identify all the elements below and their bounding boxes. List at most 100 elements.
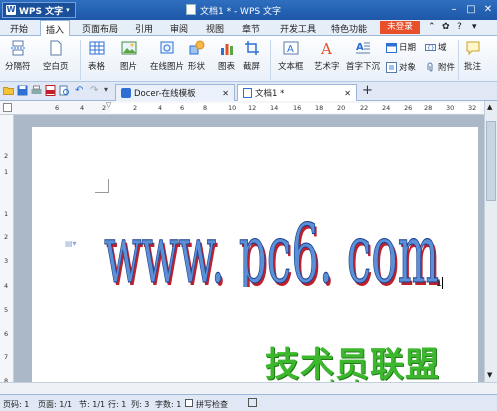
- close-tab-icon[interactable]: ✕: [222, 89, 229, 98]
- comment-button[interactable]: 批注: [464, 40, 481, 72]
- tab-view[interactable]: 视图: [206, 22, 224, 35]
- attachment-button[interactable]: 附件: [425, 61, 455, 73]
- tab-review[interactable]: 审阅: [170, 22, 188, 35]
- status-spell-check[interactable]: 拼写检查: [196, 399, 228, 410]
- tab-docer-templates[interactable]: Docer-在线模板 ✕: [115, 84, 235, 101]
- ruler-tick-label: 12: [248, 104, 257, 112]
- wps-logo-icon: W: [6, 5, 16, 15]
- date-button[interactable]: 日期: [386, 41, 416, 53]
- login-button[interactable]: 未登录: [380, 21, 420, 34]
- blank-page-label: 空白页: [43, 62, 69, 72]
- close-tab-icon[interactable]: ✕: [344, 89, 351, 98]
- table-icon: [89, 41, 104, 55]
- svg-text:A: A: [287, 44, 294, 55]
- svg-text:{}: {}: [427, 45, 435, 52]
- field-button[interactable]: {} 域: [425, 41, 447, 53]
- ruler-tick-label: 3: [4, 257, 9, 265]
- tab-insert[interactable]: 插入: [40, 20, 71, 37]
- field-icon: {}: [425, 43, 436, 52]
- app-name: WPS 文字: [19, 6, 64, 17]
- close-button[interactable]: ✕: [480, 3, 496, 16]
- more-icon[interactable]: ▾: [472, 22, 477, 32]
- object-button[interactable]: 对象: [386, 61, 416, 73]
- ruler-tick-label: 5: [4, 306, 9, 314]
- wordart-icon: A: [320, 40, 332, 56]
- print-preview-icon[interactable]: [59, 85, 70, 96]
- chart-button[interactable]: 图表: [218, 40, 235, 72]
- redo-icon[interactable]: ↷: [90, 85, 98, 96]
- scroll-up-icon[interactable]: ▲: [487, 103, 492, 111]
- wordart-label: 艺术字: [314, 62, 340, 72]
- skin-icon[interactable]: ✿: [442, 22, 450, 32]
- collapse-ribbon-icon[interactable]: ⌃: [428, 22, 436, 32]
- customize-toolbar-icon[interactable]: ▾: [104, 85, 108, 94]
- status-word-count: 字数: 1: [155, 400, 182, 409]
- tab-label: 文档1 *: [255, 89, 285, 99]
- online-picture-button[interactable]: 在线图片: [150, 40, 184, 72]
- minimize-button[interactable]: –: [446, 3, 462, 16]
- open-folder-icon[interactable]: [3, 85, 14, 96]
- paragraph-layout-icon[interactable]: ▤▾: [65, 239, 77, 248]
- picture-button[interactable]: 图片: [120, 40, 137, 72]
- ruler-tick-label: 18: [315, 104, 324, 112]
- maximize-button[interactable]: □: [463, 3, 479, 16]
- app-menu-button[interactable]: W WPS 文字 ▾: [2, 2, 76, 18]
- ruler-tick-label: 32: [468, 104, 477, 112]
- picture-label: 图片: [120, 62, 138, 72]
- tab-chapter[interactable]: 章节: [242, 22, 260, 35]
- status-section: 节: 1/1: [79, 400, 106, 409]
- tab-features[interactable]: 特色功能: [331, 22, 367, 35]
- tab-home[interactable]: 开始: [10, 22, 28, 35]
- status-bar: 页码: 1 页面: 1/1 节: 1/1 行: 1 列: 3 字数: 1 拼写检…: [0, 394, 497, 411]
- ruler-tick-label: 24: [382, 104, 391, 112]
- status-page-number: 页码: 1: [3, 400, 30, 409]
- textbox-button[interactable]: A 文本框: [278, 40, 304, 72]
- page-break-icon: [10, 40, 25, 56]
- ruler-tick-label: 4: [158, 104, 163, 112]
- wordart-button[interactable]: A 艺术字: [314, 40, 340, 72]
- indent-marker-icon[interactable]: ▽: [106, 101, 111, 109]
- comment-label: 批注: [464, 62, 482, 72]
- scroll-down-icon[interactable]: ▼: [487, 371, 492, 379]
- new-tab-icon[interactable]: +: [362, 83, 373, 98]
- tab-developer[interactable]: 开发工具: [280, 22, 316, 35]
- textbox-icon: A: [283, 41, 299, 55]
- chart-label: 图表: [218, 62, 236, 72]
- ruler-tick-label: 14: [270, 104, 279, 112]
- date-label: 日期: [399, 43, 417, 53]
- tab-document-1[interactable]: 文档1 * ✕: [237, 84, 357, 101]
- shape-label: 形状: [188, 62, 206, 72]
- ruler-tick-label: 8: [203, 104, 208, 112]
- tab-references[interactable]: 引用: [135, 22, 153, 35]
- title-bar: W WPS 文字 ▾ 文档1 * - WPS 文字 – □ ✕: [0, 0, 497, 20]
- wordart[interactable]: www. pc6. com www. pc6. com: [100, 207, 450, 287]
- cursor-page-number: 1: [436, 279, 442, 289]
- tab-stop-selector-icon[interactable]: [3, 103, 12, 112]
- screenshot-button[interactable]: 截屏: [243, 40, 260, 72]
- view-mode-icon[interactable]: [248, 398, 257, 407]
- calendar-icon: [386, 42, 397, 53]
- status-line: 行: 1: [108, 400, 127, 409]
- dropcap-button[interactable]: A 首字下沉: [346, 40, 380, 72]
- ruler-tick-label: 30: [446, 104, 455, 112]
- vertical-scrollbar[interactable]: ▲ ▼: [484, 101, 497, 382]
- horizontal-scrollbar[interactable]: [0, 382, 497, 394]
- blank-page-button[interactable]: 空白页: [43, 40, 69, 72]
- ribbon-divider: [458, 40, 459, 80]
- table-button[interactable]: 表格: [88, 40, 105, 72]
- ruler-tick-label: 1: [4, 168, 9, 176]
- help-icon[interactable]: ?: [457, 22, 462, 32]
- shape-icon: [189, 40, 204, 55]
- pdf-icon[interactable]: [45, 85, 56, 96]
- ruler-tick-label: 22: [360, 104, 369, 112]
- save-icon[interactable]: [17, 85, 28, 96]
- page-break-button[interactable]: 分隔符: [5, 40, 31, 72]
- scrollbar-thumb[interactable]: [486, 121, 496, 201]
- tab-page-layout[interactable]: 页面布局: [82, 22, 118, 35]
- status-column: 列: 3: [131, 400, 150, 409]
- shape-button[interactable]: 形状: [188, 40, 205, 72]
- undo-icon[interactable]: ↶: [75, 85, 83, 96]
- spell-check-checkbox[interactable]: [185, 399, 193, 407]
- blank-page-icon: [50, 40, 62, 56]
- print-icon[interactable]: [31, 85, 42, 96]
